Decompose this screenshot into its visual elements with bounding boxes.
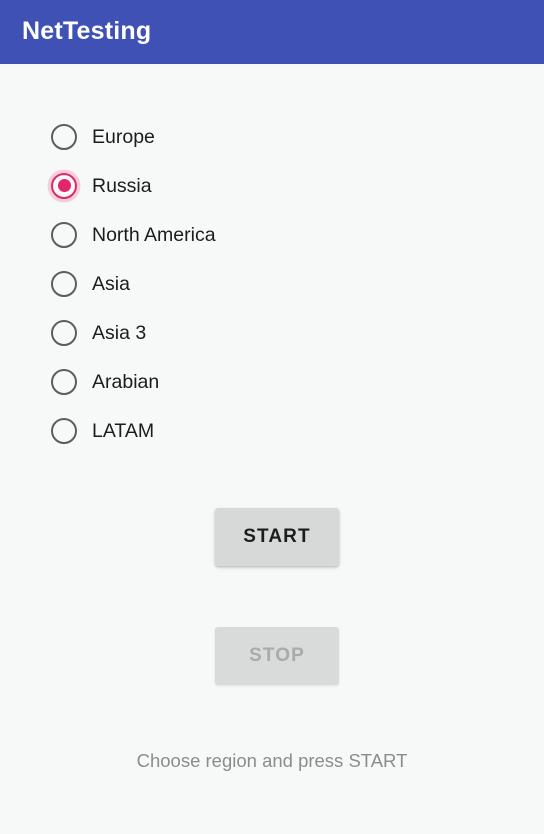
radio-label: North America [92, 223, 216, 246]
stop-button: STOP [215, 627, 339, 685]
radio-option-europe[interactable]: Europe [48, 112, 468, 161]
radio-option-latam[interactable]: LATAM [48, 406, 468, 455]
radio-circle-icon [48, 415, 80, 447]
radio-option-north-america[interactable]: North America [48, 210, 468, 259]
radio-label: Europe [92, 125, 155, 148]
radio-label: LATAM [92, 419, 155, 442]
radio-circle-icon [48, 219, 80, 251]
radio-option-asia[interactable]: Asia [48, 259, 468, 308]
status-message: Choose region and press START [136, 750, 408, 771]
radio-option-arabian[interactable]: Arabian [48, 357, 468, 406]
radio-label: Russia [92, 174, 152, 197]
radio-option-russia[interactable]: Russia [48, 161, 468, 210]
radio-circle-icon [48, 121, 80, 153]
radio-label: Arabian [92, 370, 160, 393]
radio-circle-icon [48, 317, 80, 349]
start-button[interactable]: START [215, 508, 339, 566]
radio-circle-icon [48, 268, 80, 300]
radio-option-asia-3[interactable]: Asia 3 [48, 308, 468, 357]
main-content: Europe Russia North America Asia Asia 3 … [0, 64, 544, 834]
app-bar: NetTesting [0, 0, 544, 64]
radio-label: Asia [92, 272, 130, 295]
app-title: NetTesting [22, 17, 152, 45]
region-radio-group[interactable]: Europe Russia North America Asia Asia 3 … [48, 112, 468, 455]
radio-label: Asia 3 [92, 321, 147, 344]
radio-circle-icon [48, 366, 80, 398]
radio-circle-selected-icon [48, 170, 80, 202]
